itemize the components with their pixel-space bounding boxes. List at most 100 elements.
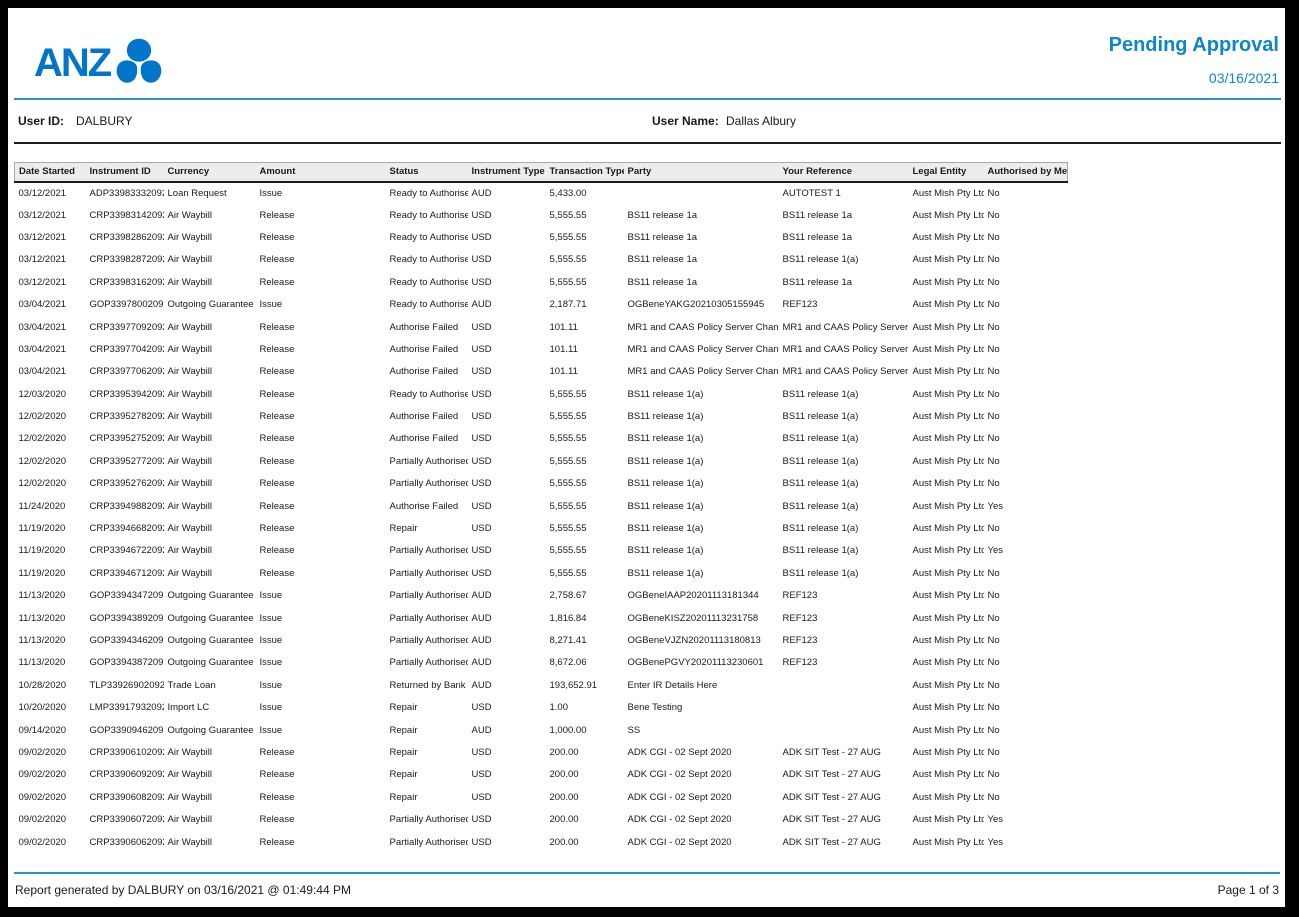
table-cell: 101.11 [546, 338, 624, 360]
table-cell: BS11 release 1(a) [779, 517, 909, 539]
table-cell: No [984, 226, 1068, 248]
table-cell: 12/03/2020 [15, 383, 86, 405]
table-cell: ADK CGI - 02 Sept 2020 [624, 831, 779, 853]
table-cell: Release [256, 495, 386, 517]
table-cell: Aust Mish Pty Ltd [909, 316, 984, 338]
table-cell: Aust Mish Pty Ltd [909, 540, 984, 562]
table-cell: CRP33906072092 [86, 808, 164, 830]
generated-by-text: Report generated by DALBURY on 03/16/202… [15, 883, 351, 897]
table-cell: REF123 [779, 629, 909, 651]
table-cell: BS11 release 1(a) [779, 473, 909, 495]
table-cell: USD [468, 226, 546, 248]
table-cell: 09/02/2020 [15, 808, 86, 830]
table-cell: Aust Mish Pty Ltd [909, 607, 984, 629]
table-cell: ADK CGI - 02 Sept 2020 [624, 764, 779, 786]
table-cell: Partially Authorised [386, 808, 468, 830]
table-cell: Aust Mish Pty Ltd [909, 473, 984, 495]
table-cell: BS11 release 1(a) [779, 383, 909, 405]
table-cell: AUD [468, 719, 546, 741]
user-row-divider [14, 142, 1281, 144]
table-cell: Repair [386, 517, 468, 539]
table-cell: Partially Authorised [386, 831, 468, 853]
column-header: Amount [256, 163, 386, 182]
table-cell: Issue [256, 293, 386, 315]
table-cell: Release [256, 338, 386, 360]
table-cell: Release [256, 316, 386, 338]
table-cell: Partially Authorised [386, 540, 468, 562]
table-cell: Release [256, 249, 386, 271]
table-cell: 11/13/2020 [15, 652, 86, 674]
table-cell: No [984, 249, 1068, 271]
table-cell: Outgoing Guarantee [164, 719, 256, 741]
table-body: 03/12/2021ADP33983332092Loan RequestIssu… [15, 182, 1068, 854]
table-cell: Authorise Failed [386, 316, 468, 338]
table-cell: CRP33906062092 [86, 831, 164, 853]
column-header: Legal Entity [909, 163, 984, 182]
table-cell: ADK SIT Test - 27 AUG [779, 831, 909, 853]
table-cell: BS11 release 1(a) [624, 428, 779, 450]
table-cell: Partially Authorised [386, 607, 468, 629]
table-cell: 09/02/2020 [15, 786, 86, 808]
table-cell: Yes [984, 540, 1068, 562]
table-cell: 2,187.71 [546, 293, 624, 315]
table-cell: 5,433.00 [546, 182, 624, 204]
table-cell: BS11 release 1(a) [779, 405, 909, 427]
table-cell: Partially Authorised [386, 473, 468, 495]
table-cell: Issue [256, 585, 386, 607]
table-cell: Authorise Failed [386, 338, 468, 360]
table-cell: Release [256, 226, 386, 248]
table-cell: CRP33946682092 [86, 517, 164, 539]
table-row: 11/19/2020CRP33946682092Air WaybillRelea… [15, 517, 1068, 539]
table-cell: Repair [386, 741, 468, 763]
table-cell: USD [468, 450, 546, 472]
report-footer: Report generated by DALBURY on 03/16/202… [14, 872, 1280, 899]
table-cell: ADK CGI - 02 Sept 2020 [624, 808, 779, 830]
table-cell: ADK CGI - 02 Sept 2020 [624, 741, 779, 763]
table-cell: USD [468, 204, 546, 226]
table-cell: 03/12/2021 [15, 182, 86, 204]
table-cell: 11/19/2020 [15, 562, 86, 584]
table-row: 11/13/2020GOP33943462092Outgoing Guarant… [15, 629, 1068, 651]
column-header: Authorised by Me [984, 163, 1068, 182]
table-cell: Aust Mish Pty Ltd [909, 293, 984, 315]
table-cell: Release [256, 764, 386, 786]
table-cell: REF123 [779, 293, 909, 315]
table-cell: GOP33909462092 [86, 719, 164, 741]
table-cell: Repair [386, 696, 468, 718]
table-row: 11/19/2020CRP33946722092Air WaybillRelea… [15, 540, 1068, 562]
table-cell: Partially Authorised [386, 585, 468, 607]
table-cell: Aust Mish Pty Ltd [909, 182, 984, 204]
table-cell: No [984, 271, 1068, 293]
table-row: 10/20/2020LMP33917932092Import LCIssueRe… [15, 696, 1068, 718]
table-cell: Partially Authorised [386, 450, 468, 472]
table-cell: BS11 release 1(a) [779, 540, 909, 562]
table-cell: No [984, 405, 1068, 427]
table-cell: Bene Testing [624, 696, 779, 718]
table-cell: Release [256, 741, 386, 763]
table-cell: 03/12/2021 [15, 204, 86, 226]
table-cell: No [984, 450, 1068, 472]
table-cell: 5,555.55 [546, 562, 624, 584]
table-cell: CRP33952752092 [86, 428, 164, 450]
table-row: 03/04/2021CRP33977092092Air WaybillRelea… [15, 316, 1068, 338]
table-cell: MR1 and CAAS Policy Server Change [624, 361, 779, 383]
table-cell: REF123 [779, 607, 909, 629]
table-cell: 5,555.55 [546, 473, 624, 495]
table-cell: 8,672.06 [546, 652, 624, 674]
report-date: 03/16/2021 [1109, 70, 1279, 86]
table-row: 12/02/2020CRP33952772092Air WaybillRelea… [15, 450, 1068, 472]
table-cell: 03/12/2021 [15, 271, 86, 293]
table-cell: Partially Authorised [386, 652, 468, 674]
table-cell: Air Waybill [164, 741, 256, 763]
table-cell: 09/02/2020 [15, 831, 86, 853]
table-cell: Air Waybill [164, 808, 256, 830]
table-cell: Aust Mish Pty Ltd [909, 629, 984, 651]
table-cell: No [984, 204, 1068, 226]
table-cell: GOP33943872092 [86, 652, 164, 674]
table-cell: No [984, 696, 1068, 718]
table-row: 09/02/2020CRP33906062092Air WaybillRelea… [15, 831, 1068, 853]
table-cell: 5,555.55 [546, 517, 624, 539]
table-cell: Aust Mish Pty Ltd [909, 383, 984, 405]
table-cell: ADK SIT Test - 27 AUG [779, 808, 909, 830]
table-cell: 11/24/2020 [15, 495, 86, 517]
